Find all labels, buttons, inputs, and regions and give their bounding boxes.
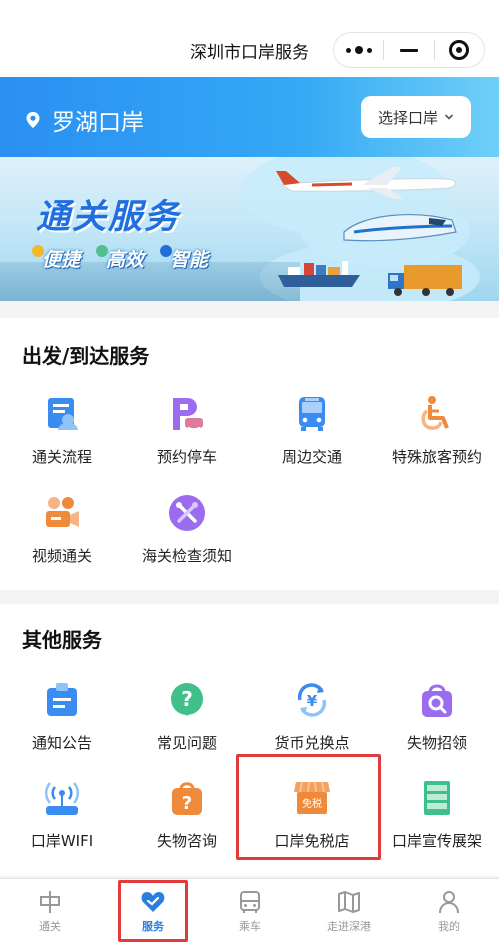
car-tab-icon: [240, 891, 260, 913]
svg-text:?: ?: [182, 793, 192, 814]
service-item-label: 货币兑换点: [274, 734, 350, 752]
profile-tab-icon: [439, 891, 459, 914]
close-target-icon: [449, 40, 470, 60]
page-title-text: 深圳市口岸服务: [190, 43, 309, 63]
service-item-label: 失物咨询: [156, 832, 217, 850]
notice-icon: [47, 683, 77, 716]
wifi-icon: [45, 782, 79, 815]
select-port-button[interactable]: 选择口岸: [361, 96, 471, 138]
map-tab-icon: [338, 891, 360, 913]
service-item-label: 常见问题: [156, 734, 217, 752]
chevron-down-icon: [444, 114, 454, 120]
top-navigation-bar: 深圳市口岸服务: [0, 0, 499, 77]
banner-tags: 便捷 高效 智能: [31, 245, 208, 272]
service-item-display-rack[interactable]: 口岸宣传展架: [375, 778, 499, 851]
highlight-box-duty-free: [236, 754, 381, 860]
train-icon: [343, 214, 457, 242]
tab-explore[interactable]: 走进深港: [299, 879, 399, 942]
more-dots-icon: [345, 46, 372, 54]
service-item-currency-exchange[interactable]: ¥ 货币兑换点: [250, 680, 374, 753]
tab-ride[interactable]: 乘车: [200, 879, 300, 942]
section-title: 其他服务: [22, 628, 102, 652]
clearance-process-icon: [48, 398, 78, 430]
service-item-label: 口岸WIFI: [30, 832, 94, 850]
service-banner[interactable]: 通关服务 便捷 高效 智能: [0, 157, 499, 301]
service-item-label: 视频通关: [31, 547, 92, 565]
service-item-lost-found[interactable]: 失物招领: [375, 680, 499, 753]
tab-label: 通关: [39, 920, 61, 933]
highlight-box-service-tab: [118, 880, 188, 942]
banner-tag: 高效: [96, 245, 144, 272]
service-item-label: 特殊旅客预约: [391, 448, 482, 466]
service-item-label: 周边交通: [281, 448, 342, 466]
display-rack-icon: [424, 781, 450, 815]
service-item-parking[interactable]: 预约停车: [125, 394, 249, 467]
minimize-button[interactable]: [384, 32, 433, 68]
page: 深圳市口岸服务 罗湖口岸 选择口岸 通关服务 便捷 高效 智能 出发/到达服务 …: [0, 0, 499, 942]
currency-exchange-icon: ¥: [297, 683, 327, 717]
service-item-special-passenger[interactable]: 特殊旅客预约: [375, 394, 499, 467]
minus-icon: [400, 48, 418, 52]
service-item-label: 口岸宣传展架: [391, 832, 482, 850]
banner-tag: 智能: [160, 245, 208, 272]
tools-icon: [169, 495, 205, 531]
service-item-video-clearance[interactable]: 视频通关: [0, 493, 124, 566]
tab-profile[interactable]: 我的: [399, 879, 499, 942]
service-item-transport[interactable]: 周边交通: [250, 394, 374, 467]
svg-text:¥: ¥: [307, 692, 318, 710]
tab-label: 乘车: [239, 920, 261, 933]
section-title: 出发/到达服务: [22, 344, 150, 368]
current-port: 罗湖口岸: [24, 103, 144, 137]
ship-icon: [278, 261, 360, 287]
service-item-notice[interactable]: 通知公告: [0, 680, 124, 753]
service-item-faq[interactable]: ? 常见问题: [125, 680, 249, 753]
port-name: 罗湖口岸: [52, 110, 144, 136]
service-item-label: 失物招领: [406, 734, 467, 752]
port-header: 罗湖口岸 选择口岸: [0, 77, 499, 157]
location-pin-icon: [26, 112, 40, 128]
wheelchair-icon: [421, 396, 449, 430]
video-call-icon: [46, 497, 79, 527]
tab-label: 走进深港: [327, 920, 371, 933]
bus-icon: [299, 397, 325, 431]
banner-tag: 便捷: [31, 245, 80, 272]
lost-found-bag-icon: [422, 684, 452, 717]
service-item-label: 通知公告: [31, 734, 92, 752]
tab-label: 我的: [438, 920, 460, 933]
question-icon: ?: [171, 683, 203, 716]
miniprogram-capsule: [333, 32, 485, 68]
banner-title: 通关服务: [36, 197, 180, 237]
select-port-label: 选择口岸: [377, 108, 438, 127]
clearance-tab-icon: [40, 891, 60, 913]
close-button[interactable]: [435, 32, 484, 68]
service-item-customs-notice[interactable]: 海关检查须知: [125, 493, 249, 566]
lost-inquiry-icon: ?: [172, 782, 202, 815]
more-button[interactable]: [334, 32, 383, 68]
truck-icon: [388, 265, 462, 296]
tab-clearance[interactable]: 通关: [0, 879, 100, 942]
airplane-icon: [276, 167, 456, 199]
departure-arrival-section: 出发/到达服务 通关流程 预约停车 周边交通 特殊旅客预约 视频通关 海关检查须…: [0, 318, 499, 590]
service-item-lost-inquiry[interactable]: ? 失物咨询: [125, 778, 249, 851]
parking-icon: [173, 398, 203, 431]
service-item-label: 通关流程: [31, 448, 92, 466]
service-item-clearance-process[interactable]: 通关流程: [0, 394, 124, 467]
service-item-label: 预约停车: [156, 448, 217, 466]
service-item-label: 海关检查须知: [141, 547, 232, 565]
service-item-wifi[interactable]: 口岸WIFI: [0, 778, 124, 851]
svg-text:?: ?: [181, 687, 193, 711]
bottom-tab-bar: 通关 服务 乘车 走进深港 我的: [0, 878, 499, 942]
